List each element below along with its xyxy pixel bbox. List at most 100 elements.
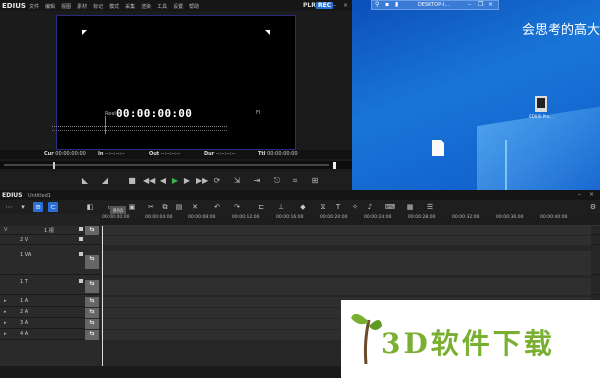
marker-icon[interactable]: ◆ [298,202,308,212]
menu-clip[interactable]: 素材 [77,3,87,10]
title-icon[interactable]: T [333,202,343,212]
sequence-icon[interactable]: ◧ [85,202,95,212]
track-icon[interactable]: ▾ [18,202,28,212]
undo-icon[interactable]: ↶ [212,202,222,212]
track-button[interactable]: ⇆ [85,330,99,340]
restore-icon[interactable]: ❐ [478,2,484,8]
sync-icon[interactable]: ≡ [33,202,43,212]
track-button[interactable]: ⇆ [85,280,99,293]
paste-icon[interactable]: ▤ [174,202,184,212]
insert-icon[interactable]: ⇲ [232,176,242,186]
timecode-bar: Cur 00:00:00:00 In --:--:--:-- Out --:--… [0,150,352,159]
fast-forward-icon[interactable]: ▶▶ [196,176,208,186]
track-button[interactable]: ⇆ [85,308,99,318]
pin-icon[interactable]: ⚲ [375,2,381,8]
timeline-playhead[interactable] [102,226,103,366]
track-header-top [0,214,100,226]
track-expand-icon[interactable]: ▸ [4,298,7,304]
track-lock-icon[interactable] [79,252,83,256]
save-icon[interactable]: ▣ [127,202,137,212]
slow-icon[interactable]: ⧖ [318,202,328,212]
track-expand-icon[interactable]: ▸ [4,331,7,337]
redo-icon[interactable]: ↷ [232,202,242,212]
loop-icon[interactable]: ⟳ [212,176,222,186]
menu-marker[interactable]: 标记 [93,3,103,10]
desktop-icon-file[interactable] [423,139,453,158]
close-icon[interactable]: × [488,2,494,8]
menu-mode[interactable]: 模式 [109,3,119,10]
track-lock-icon[interactable] [79,227,83,231]
menu-capture[interactable]: 采集 [125,3,135,10]
close-icon[interactable]: × [342,2,349,9]
ruler-label: 00:00:28:00 [408,215,436,220]
menu-edit[interactable]: 编辑 [45,3,55,10]
keyboard-icon[interactable]: ⌨ [385,202,395,212]
step-back-icon[interactable]: ◀ [158,176,168,186]
play-icon[interactable]: ▶ [170,176,180,186]
track-expand-icon[interactable]: V [4,227,7,233]
minimize-icon[interactable]: – [468,2,474,8]
track-expand-icon[interactable]: ▸ [4,320,7,326]
signal-icon[interactable]: ▮ [395,2,401,8]
overwrite-icon[interactable]: ⇥ [252,176,262,186]
track-button[interactable]: ⇆ [85,297,99,307]
track-label: 3 A [20,320,29,326]
split-icon[interactable]: ⊥ [276,202,286,212]
stop-icon[interactable]: ■ [127,176,137,186]
settings-icon[interactable]: ⚙ [588,202,598,212]
audio-icon[interactable]: ♪ [365,202,375,212]
track-area[interactable] [101,236,591,245]
minimize-icon[interactable]: – [576,191,583,198]
menu-help[interactable]: 帮助 [189,3,199,10]
timeline-app-name: EDIUS [2,192,23,199]
capture-icon[interactable]: ⊞ [310,176,320,186]
lock-icon[interactable]: ▪ [385,2,391,8]
rewind-icon[interactable]: ◀◀ [143,176,155,186]
export-icon[interactable]: ⎋ [272,176,282,186]
track-button[interactable]: ⇆ [85,226,99,235]
menu-tools[interactable]: 工具 [157,3,167,10]
track-lock-icon[interactable] [79,237,83,241]
track-button[interactable]: ⇆ [85,319,99,329]
link-icon[interactable]: ⊂ [48,202,58,212]
ruler-label: 00:00:40:00 [540,215,568,220]
copy-icon[interactable]: ⧉ [160,202,170,212]
set-out-icon[interactable]: ◢ [100,176,110,186]
in-timecode: In --:--:--:-- [98,151,125,157]
track-area[interactable] [101,251,591,275]
menu-render[interactable]: 渲染 [141,3,151,10]
timeline-ruler[interactable]: 00:00:00:00 00:00:04:00 00:00:08:00 00:0… [100,214,600,226]
menu-file[interactable]: 文件 [29,3,39,10]
snapshot-icon[interactable]: ⌗ [290,176,300,186]
effect-icon[interactable]: ✧ [350,202,360,212]
mode-icon[interactable]: ⋯ [4,202,14,212]
ripple-icon[interactable]: ⊏ [256,202,266,212]
minimize-icon[interactable]: – [331,2,338,9]
desktop-icon-edius[interactable]: EDIUS Pro... [526,95,556,119]
track-lock-icon[interactable] [79,279,83,283]
track-area[interactable] [101,226,591,235]
track-area[interactable] [101,278,591,295]
track-expand-icon[interactable]: ▸ [4,309,7,315]
track-label: 2 A [20,309,29,315]
set-in-icon[interactable]: ◣ [80,176,90,186]
track-label: 1 T [20,279,28,285]
ruler-label: 00:00:08:00 [188,215,216,220]
close-icon[interactable]: × [588,191,595,198]
overlay-dots [52,126,227,128]
scrub-bar[interactable] [0,161,352,169]
watermark: 3D软件下载 [341,300,600,378]
remote-desktop: ⚲ ▪ ▮ DESKTOP-I... – ❐ × 会思考的高大 EDIUS Pr… [352,0,600,190]
cut-icon[interactable]: ✂ [146,202,156,212]
menu-settings[interactable]: 设置 [173,3,183,10]
plr-mode-button[interactable]: PLR [303,2,316,9]
step-forward-icon[interactable]: ▶ [182,176,192,186]
track-button[interactable]: ⇆ [85,255,99,269]
menu-view[interactable]: 视图 [61,3,71,10]
scrub-handle[interactable] [53,162,55,169]
safe-area-corner-icon [82,30,87,35]
scrub-end-marker[interactable] [333,162,336,169]
list-icon[interactable]: ☰ [425,202,435,212]
delete-icon[interactable]: ✕ [190,202,200,212]
layout-icon[interactable]: ▦ [405,202,415,212]
